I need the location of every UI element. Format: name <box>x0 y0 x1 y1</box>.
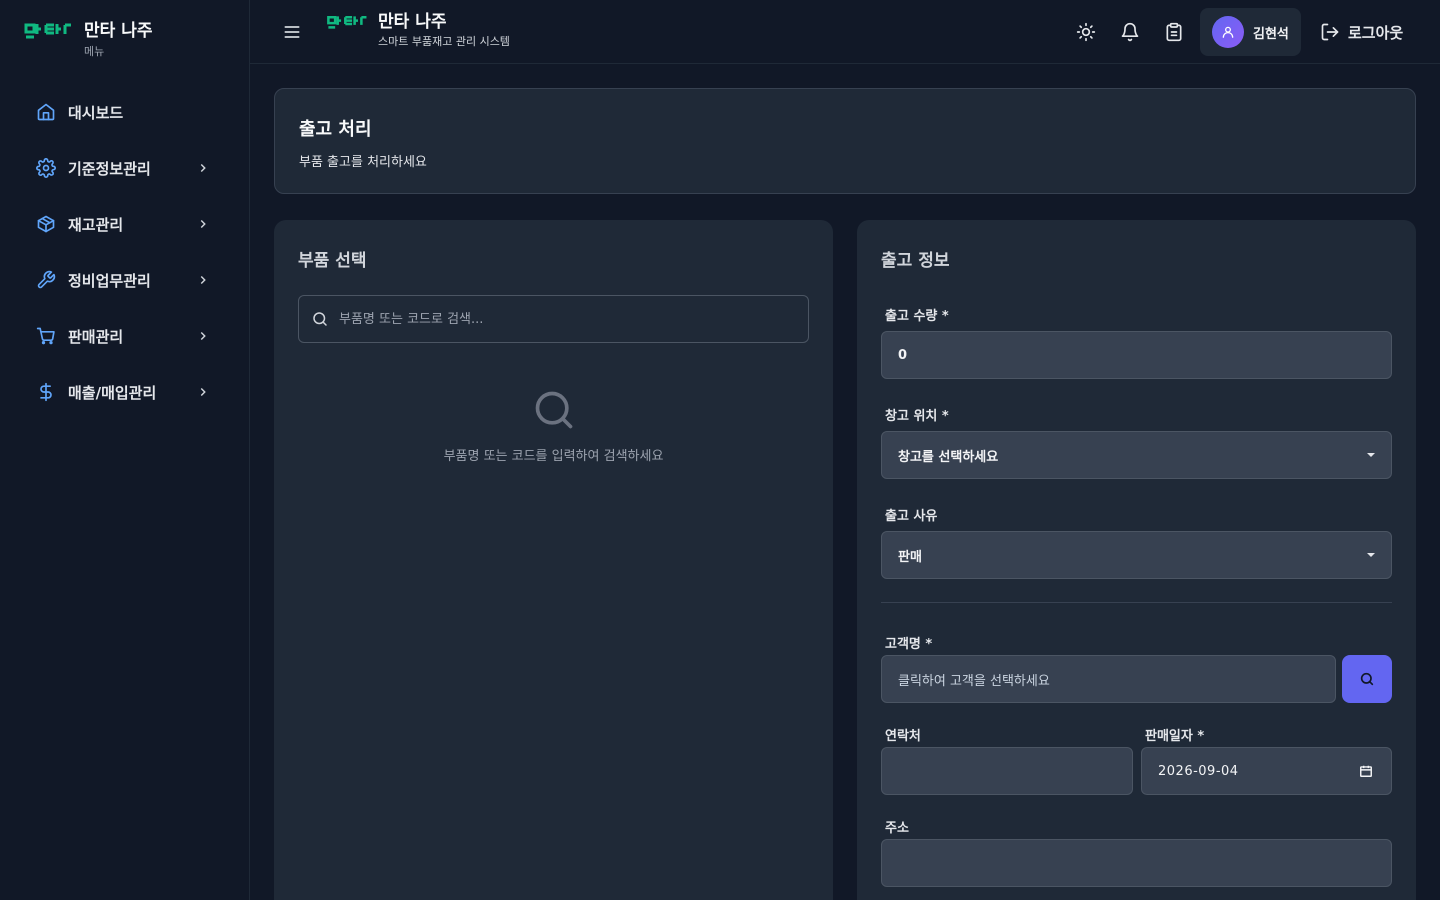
out-info-panel: 출고 정보 출고 수량 * 0 창고 위치 * 창고를 선택하세요 출고 사유 … <box>857 220 1416 900</box>
page-title: 출고 처리 <box>299 119 372 140</box>
bell-icon <box>1121 22 1139 42</box>
customer-search-button[interactable] <box>1342 655 1392 703</box>
header-logo <box>327 15 367 29</box>
clipboard-icon <box>1166 22 1182 42</box>
warehouse-value: 창고를 선택하세요 <box>898 449 999 465</box>
chevron-right-icon <box>200 219 206 229</box>
address-input[interactable] <box>881 839 1392 887</box>
sidebar: 만타 나주 메뉴 대시보드 기준정보관리 재고관리 정비업무관리 판매관리 매출… <box>0 0 250 900</box>
sidebar-item-inventory[interactable]: 재고관리 <box>24 196 226 252</box>
empty-search-message: 부품명 또는 코드를 입력하여 검색하세요 <box>443 449 664 464</box>
header-title: 만타 나주 <box>378 12 447 32</box>
search-icon <box>313 312 327 326</box>
sidebar-item-label: 재고관리 <box>68 215 124 234</box>
sale-date-label: 판매일자 * <box>1145 729 1205 744</box>
sidebar-brand[interactable]: 만타 나주 메뉴 <box>24 20 152 64</box>
quantity-input[interactable]: 0 <box>881 331 1392 379</box>
sidebar-subtitle: 메뉴 <box>84 45 105 58</box>
sidebar-item-label: 매출/매입관리 <box>68 383 157 402</box>
logout-icon <box>1321 23 1339 41</box>
reason-label: 출고 사유 <box>885 509 938 524</box>
sidebar-item-label: 대시보드 <box>68 103 124 122</box>
reason-select[interactable]: 판매 <box>881 531 1392 579</box>
sale-date-input[interactable]: 2026-09-04 <box>1141 747 1392 795</box>
dollar-icon <box>36 382 56 402</box>
section-divider <box>881 602 1392 603</box>
sidebar-item-revenue[interactable]: 매출/매입관리 <box>24 364 226 420</box>
chevron-right-icon <box>200 387 206 397</box>
sun-icon <box>1076 22 1096 42</box>
contact-label: 연락처 <box>885 729 921 744</box>
customer-input[interactable]: 클릭하여 고객을 선택하세요 <box>881 655 1336 703</box>
cart-icon <box>36 326 56 346</box>
box-icon <box>36 214 56 234</box>
sidebar-item-label: 판매관리 <box>68 327 124 346</box>
sidebar-title: 만타 나주 <box>84 21 153 41</box>
contact-input[interactable] <box>881 747 1133 795</box>
part-search-input[interactable] <box>339 311 779 327</box>
customer-placeholder: 클릭하여 고객을 선택하세요 <box>898 673 1050 689</box>
wrench-icon <box>36 270 56 290</box>
chevron-right-icon <box>200 331 206 341</box>
top-header: 만타 나주 스마트 부품재고 관리 시스템 김현석 로그아웃 <box>250 0 1440 64</box>
reason-value: 판매 <box>898 549 922 565</box>
customer-label: 고객명 * <box>885 637 933 652</box>
sidebar-item-dashboard[interactable]: 대시보드 <box>24 84 226 140</box>
address-label: 주소 <box>885 821 909 836</box>
page-subtitle: 부품 출고를 처리하세요 <box>299 155 427 170</box>
avatar <box>1212 16 1244 48</box>
search-icon <box>535 391 573 429</box>
out-info-title: 출고 정보 <box>881 251 950 271</box>
clipboard-button[interactable] <box>1162 20 1186 44</box>
search-icon <box>1360 672 1374 686</box>
quantity-label: 출고 수량 * <box>885 309 949 324</box>
user-menu[interactable]: 김현석 <box>1200 8 1301 56</box>
home-icon <box>36 102 56 122</box>
sidebar-item-label: 정비업무관리 <box>68 271 151 290</box>
notifications-button[interactable] <box>1118 20 1142 44</box>
quantity-value: 0 <box>898 347 908 363</box>
sidebar-item-sales[interactable]: 판매관리 <box>24 308 226 364</box>
warehouse-label: 창고 위치 * <box>885 409 949 424</box>
sidebar-item-master-data[interactable]: 기준정보관리 <box>24 140 226 196</box>
logout-button[interactable]: 로그아웃 <box>1320 18 1403 46</box>
brand-logo <box>24 23 71 39</box>
sale-date-value: 2026-09-04 <box>1158 763 1239 779</box>
sidebar-item-label: 기준정보관리 <box>68 159 151 178</box>
header-subtitle: 스마트 부품재고 관리 시스템 <box>378 35 510 48</box>
logout-label: 로그아웃 <box>1348 23 1404 42</box>
user-icon <box>1222 26 1234 38</box>
chevron-down-icon <box>1367 553 1375 557</box>
part-select-panel: 부품 선택 부품명 또는 코드를 입력하여 검색하세요 <box>274 220 833 900</box>
gear-icon <box>36 158 56 178</box>
theme-toggle-button[interactable] <box>1074 20 1098 44</box>
chevron-down-icon <box>1367 453 1375 457</box>
calendar-icon[interactable] <box>1359 764 1373 778</box>
chevron-right-icon <box>200 163 206 173</box>
menu-icon[interactable] <box>282 22 302 42</box>
sidebar-nav: 대시보드 기준정보관리 재고관리 정비업무관리 판매관리 매출/매입관리 <box>24 84 226 420</box>
warehouse-select[interactable]: 창고를 선택하세요 <box>881 431 1392 479</box>
chevron-right-icon <box>200 275 206 285</box>
user-name: 김현석 <box>1253 26 1289 42</box>
part-select-title: 부품 선택 <box>298 251 367 271</box>
page-heading-card: 출고 처리 부품 출고를 처리하세요 <box>274 88 1416 194</box>
sidebar-item-maintenance[interactable]: 정비업무관리 <box>24 252 226 308</box>
part-search-box[interactable] <box>298 295 809 343</box>
